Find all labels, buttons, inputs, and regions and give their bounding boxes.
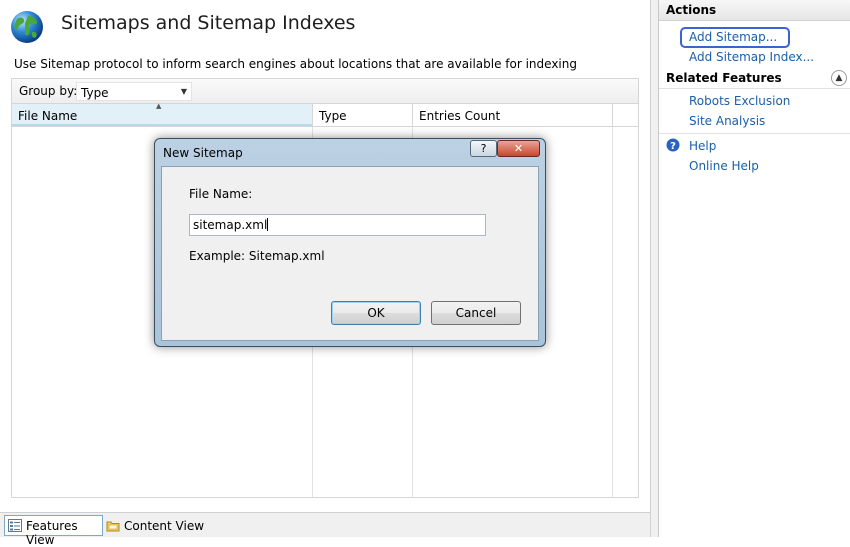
column-header-row: ▲ File Name Type Entries Count	[12, 102, 638, 127]
section-title: Actions	[666, 3, 717, 17]
column-header-label: Entries Count	[419, 109, 501, 123]
group-by-bar: Group by: Type ▼	[12, 79, 638, 104]
robots-exclusion-link[interactable]: Robots Exclusion	[689, 94, 790, 108]
tab-content-view[interactable]: Content View	[106, 515, 206, 536]
svg-text:?: ?	[670, 141, 676, 152]
dialog-body: File Name: sitemap.xml Example: Sitemap.…	[161, 166, 539, 341]
collapse-chevron-up-icon[interactable]: ▲	[831, 70, 847, 86]
column-header-entries-count[interactable]: Entries Count	[412, 104, 612, 126]
online-help-link[interactable]: Online Help	[689, 159, 759, 173]
tab-label: Content View	[124, 519, 205, 533]
close-icon: ✕	[513, 142, 524, 155]
dialog-help-button[interactable]: ?	[470, 140, 497, 157]
dialog-title: New Sitemap	[163, 146, 243, 160]
dialog-close-button[interactable]: ✕	[497, 140, 540, 157]
add-sitemap-index-link[interactable]: Add Sitemap Index...	[689, 50, 814, 64]
tab-label: Features View	[26, 519, 78, 547]
section-title: Related Features	[666, 71, 782, 85]
column-header-file-name[interactable]: ▲ File Name	[12, 102, 312, 126]
column-header-label: File Name	[18, 109, 78, 123]
column-divider	[612, 127, 613, 497]
site-analysis-link[interactable]: Site Analysis	[689, 114, 765, 128]
features-view-icon	[8, 519, 22, 532]
view-switcher-bar: Features View Content View	[0, 512, 650, 547]
pane-splitter[interactable]	[650, 0, 658, 537]
new-sitemap-dialog: New Sitemap ? ✕ File Name: sitemap.xml E…	[154, 138, 546, 347]
file-name-label: File Name:	[189, 187, 253, 201]
example-text: Example: Sitemap.xml	[189, 249, 325, 263]
file-name-input[interactable]: sitemap.xml	[189, 214, 486, 236]
help-icon: ?	[666, 138, 680, 152]
help-link[interactable]: Help	[689, 139, 716, 153]
content-view-icon	[106, 521, 120, 532]
page-title: Sitemaps and Sitemap Indexes	[61, 12, 356, 34]
text-caret	[267, 218, 269, 231]
add-sitemap-link[interactable]: Add Sitemap...	[680, 27, 790, 48]
group-by-dropdown[interactable]: Type ▼	[76, 82, 192, 101]
column-header-label: Type	[319, 109, 347, 123]
question-mark-icon: ?	[480, 142, 487, 155]
related-features-header[interactable]: Related Features ▲	[659, 68, 850, 89]
ok-button[interactable]: OK	[331, 301, 421, 325]
actions-pane: Actions Add Sitemap... Add Sitemap Index…	[658, 0, 850, 537]
divider	[659, 133, 850, 134]
sort-ascending-icon: ▲	[156, 102, 162, 110]
group-by-value: Type	[81, 86, 109, 100]
column-header-filler	[612, 104, 638, 126]
globe-icon	[11, 11, 43, 43]
tab-features-view[interactable]: Features View	[4, 515, 103, 547]
chevron-down-icon[interactable]: ▼	[181, 87, 187, 96]
group-by-label: Group by:	[19, 84, 78, 98]
file-name-value: sitemap.xml	[193, 218, 268, 232]
cancel-button[interactable]: Cancel	[431, 301, 521, 325]
actions-header: Actions	[659, 0, 850, 21]
page-description: Use Sitemap protocol to inform search en…	[14, 57, 577, 71]
column-header-type[interactable]: Type	[312, 104, 412, 126]
